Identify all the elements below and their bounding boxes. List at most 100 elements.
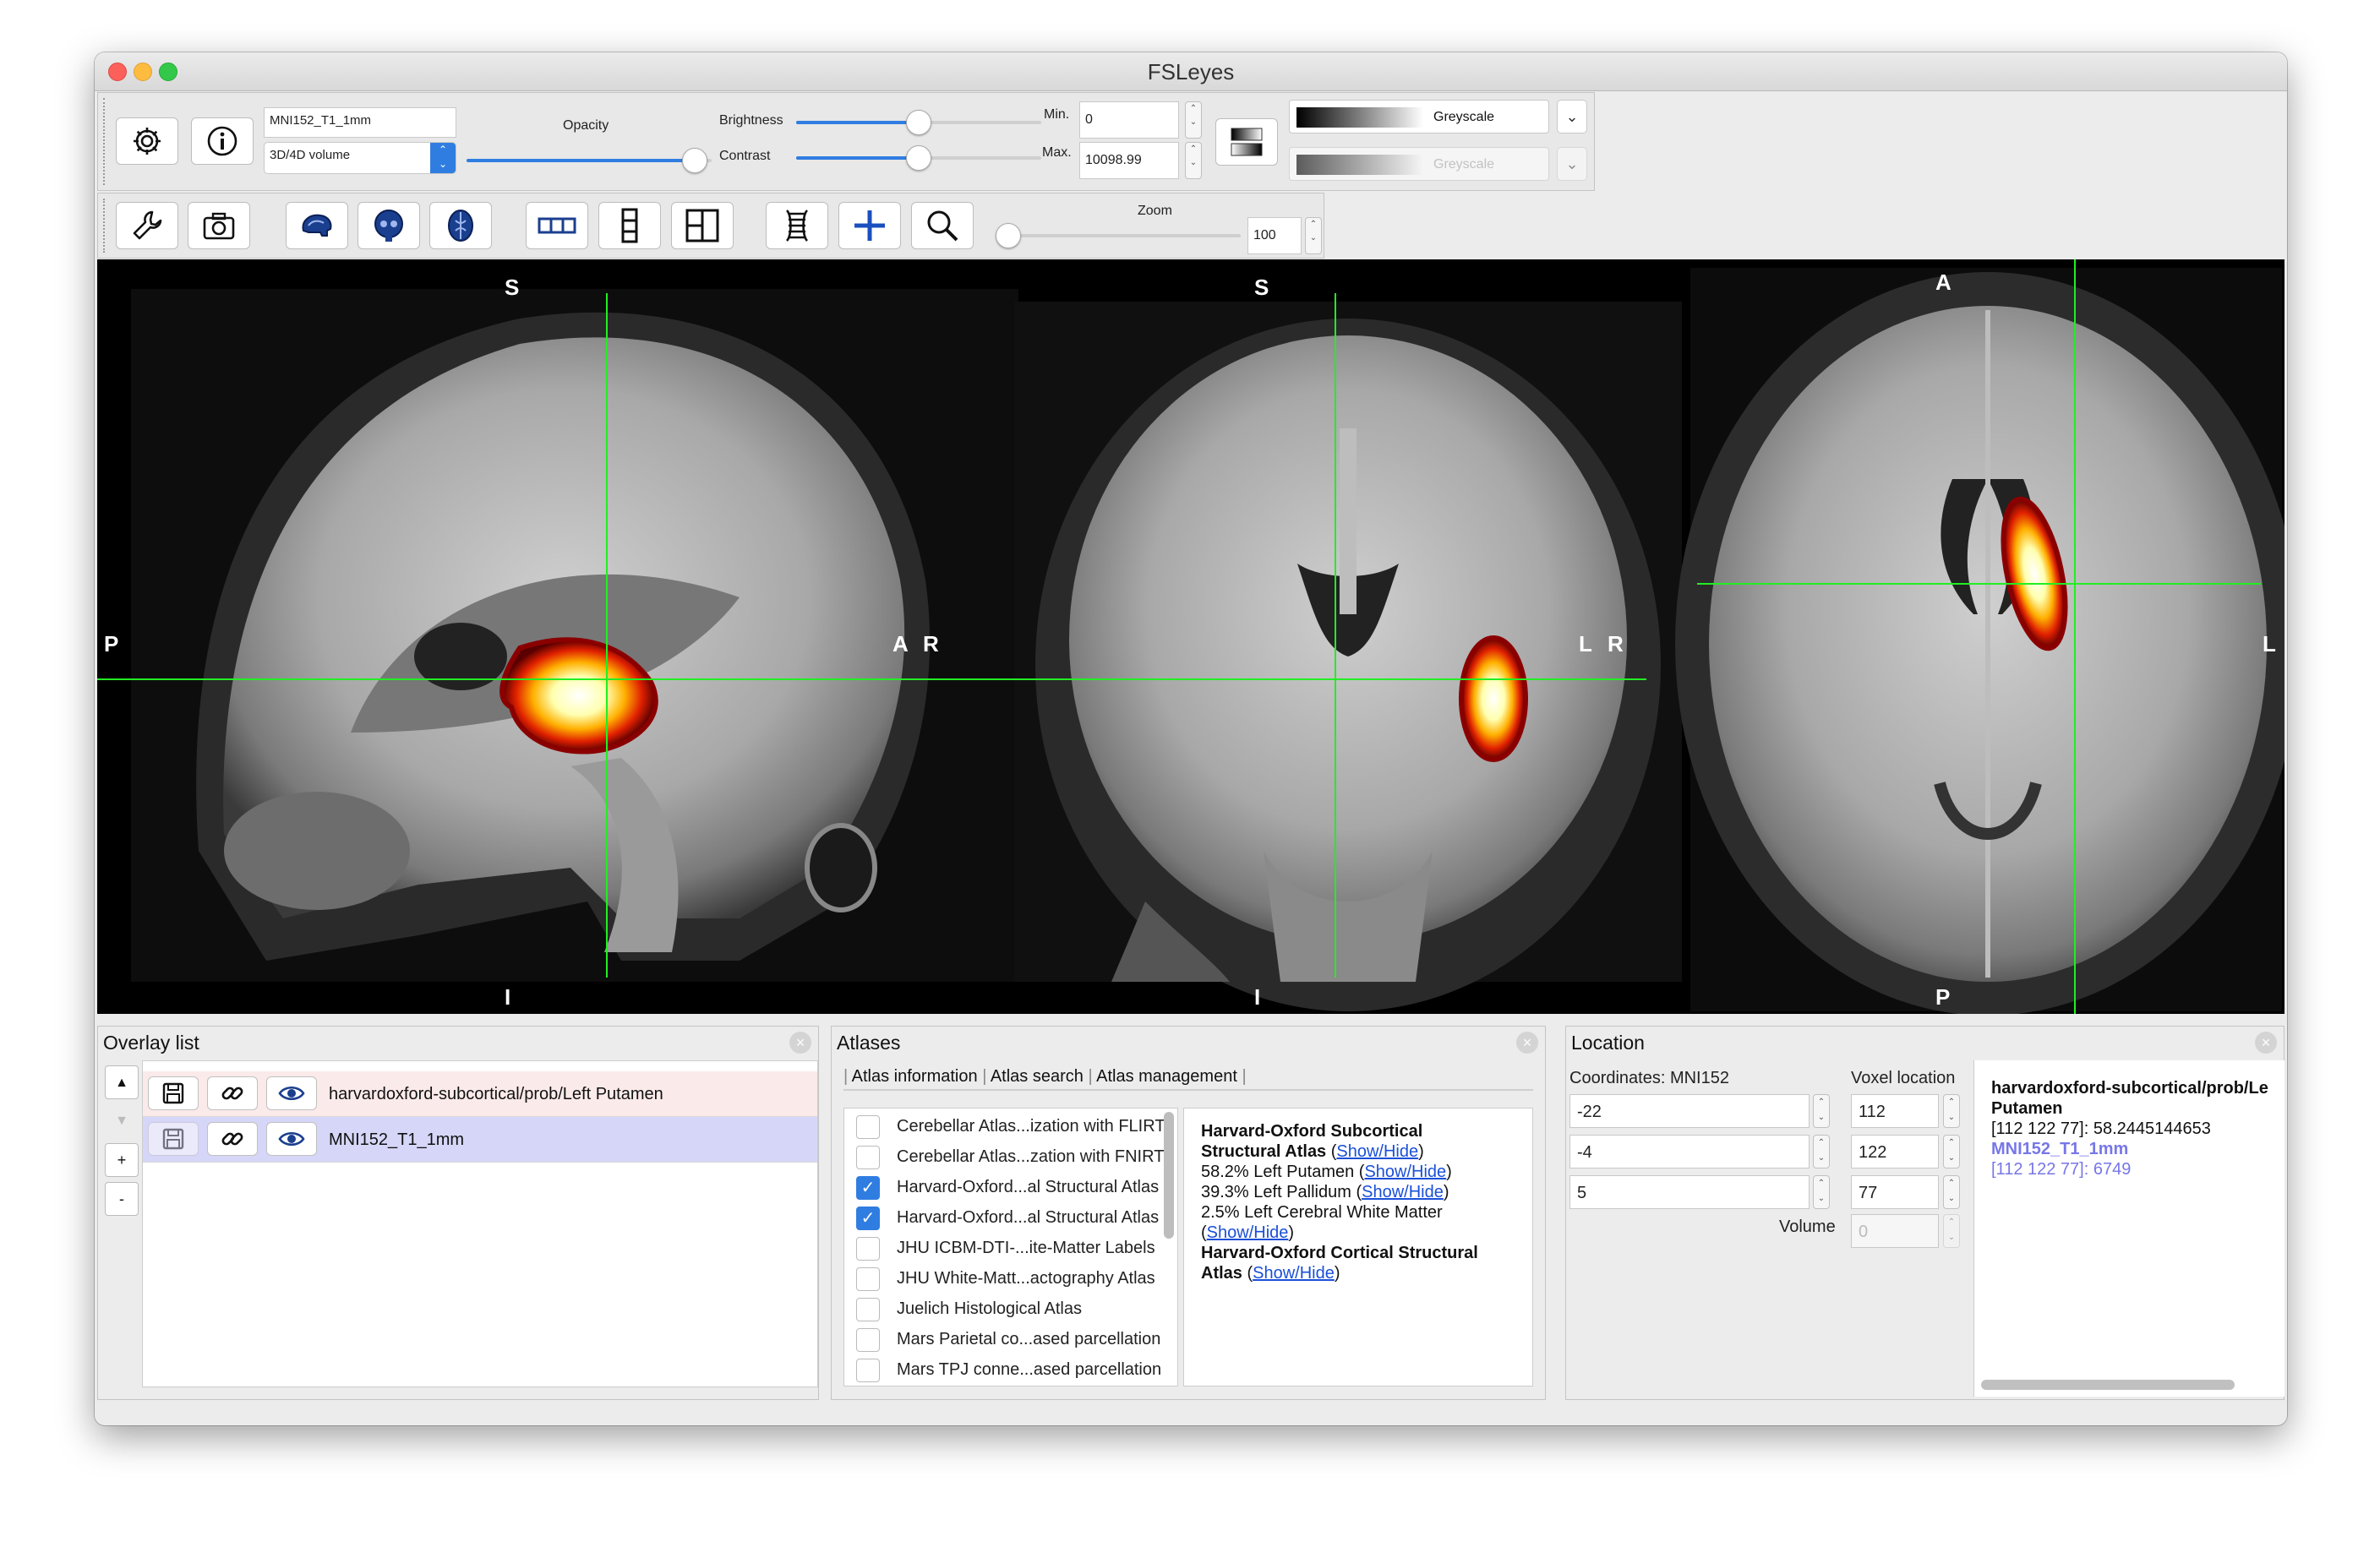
colormap-select[interactable]: Greyscale bbox=[1289, 100, 1549, 133]
show-hide-link[interactable]: Show/Hide bbox=[1362, 1183, 1444, 1201]
close-panel-icon[interactable]: × bbox=[789, 1032, 811, 1054]
ortho-view[interactable]: S I P A S I R L A P R L bbox=[97, 259, 2284, 1014]
toggle-visibility-button[interactable] bbox=[266, 1076, 317, 1110]
atlas-checkbox[interactable] bbox=[856, 1359, 880, 1382]
voxel-x-spinner[interactable]: ⌃ ⌄ bbox=[1943, 1094, 1960, 1128]
atlas-checkbox-checked[interactable]: ✓ bbox=[856, 1207, 880, 1230]
toggle-sagittal-button[interactable] bbox=[286, 202, 348, 249]
atlas-checkbox[interactable] bbox=[856, 1237, 880, 1261]
voxel-z-field[interactable]: 77 bbox=[1851, 1175, 1939, 1209]
show-hide-link[interactable]: Show/Hide bbox=[1207, 1223, 1289, 1242]
brightness-slider[interactable] bbox=[796, 110, 1041, 135]
coordinate-z-field[interactable]: 5 bbox=[1569, 1175, 1810, 1209]
opacity-slider[interactable] bbox=[467, 148, 712, 173]
volume-field[interactable]: 0 bbox=[1851, 1214, 1939, 1248]
info-button[interactable] bbox=[191, 117, 254, 165]
tab-atlas-search[interactable]: Atlas search bbox=[991, 1067, 1084, 1086]
contrast-slider-knob[interactable] bbox=[906, 145, 931, 171]
invert-range-button[interactable] bbox=[1215, 118, 1278, 166]
close-panel-icon[interactable]: × bbox=[2255, 1032, 2277, 1054]
atlas-checkbox[interactable] bbox=[856, 1115, 880, 1139]
atlas-list-item[interactable]: Cerebellar Atlas...ization with FLIRT bbox=[897, 1117, 1165, 1136]
atlas-list-scrollbar[interactable] bbox=[1164, 1112, 1174, 1239]
negative-colormap-dropdown-button[interactable]: ⌄ bbox=[1557, 147, 1587, 181]
close-panel-icon[interactable]: × bbox=[1516, 1032, 1538, 1054]
brightness-slider-knob[interactable] bbox=[906, 110, 931, 135]
zoom-slider-knob[interactable] bbox=[996, 223, 1021, 248]
coordinate-y-spinner[interactable]: ⌃ ⌄ bbox=[1813, 1135, 1830, 1168]
tab-atlas-information[interactable]: Atlas information bbox=[852, 1067, 978, 1086]
layout-grid-button[interactable] bbox=[671, 202, 734, 249]
save-overlay-button[interactable] bbox=[148, 1122, 199, 1156]
opacity-label: Opacity bbox=[563, 118, 609, 133]
coordinate-x-spinner[interactable]: ⌃ ⌄ bbox=[1813, 1094, 1830, 1128]
layout-vertical-button[interactable] bbox=[598, 202, 661, 249]
link-overlay-button[interactable] bbox=[207, 1076, 258, 1110]
atlas-checkbox[interactable] bbox=[856, 1328, 880, 1352]
toolbar-grip[interactable] bbox=[103, 98, 106, 185]
settings-button[interactable] bbox=[116, 117, 178, 165]
overlay-name-field[interactable]: MNI152_T1_1mm bbox=[264, 107, 456, 138]
atlas-list-item[interactable]: Mars TPJ conne...ased parcellation bbox=[897, 1360, 1161, 1380]
add-overlay-button[interactable]: + bbox=[105, 1143, 139, 1177]
save-overlay-button[interactable] bbox=[148, 1076, 199, 1110]
move-down-button[interactable]: ▼ bbox=[105, 1104, 139, 1138]
atlas-checkbox[interactable] bbox=[856, 1267, 880, 1291]
overlay-row-selected[interactable]: MNI152_T1_1mm bbox=[143, 1117, 817, 1163]
axial-view[interactable] bbox=[1675, 268, 2284, 1014]
negative-colormap-select[interactable]: Greyscale bbox=[1289, 147, 1549, 181]
move-up-button[interactable]: ▲ bbox=[105, 1065, 139, 1099]
toolbar-grip[interactable] bbox=[103, 199, 106, 253]
sagittal-view[interactable] bbox=[131, 289, 1018, 982]
atlas-checkbox[interactable] bbox=[856, 1298, 880, 1321]
link-overlay-button[interactable] bbox=[207, 1122, 258, 1156]
show-hide-link[interactable]: Show/Hide bbox=[1336, 1142, 1418, 1161]
toggle-coronal-button[interactable] bbox=[358, 202, 420, 249]
reset-zoom-button[interactable] bbox=[911, 202, 974, 249]
contrast-slider[interactable] bbox=[796, 145, 1041, 171]
atlas-list-item[interactable]: JHU ICBM-DTI-...ite-Matter Labels bbox=[897, 1239, 1155, 1258]
ortho-canvas[interactable] bbox=[97, 259, 2284, 1014]
atlas-list-item[interactable]: Mars Parietal co...ased parcellation bbox=[897, 1330, 1160, 1349]
atlas-list-item[interactable]: Harvard-Oxford...al Structural Atlas bbox=[897, 1178, 1159, 1197]
coordinate-x-field[interactable]: -22 bbox=[1569, 1094, 1810, 1128]
toggle-visibility-button[interactable] bbox=[266, 1122, 317, 1156]
zoom-slider[interactable] bbox=[996, 223, 1241, 248]
coordinate-z-spinner[interactable]: ⌃ ⌄ bbox=[1813, 1175, 1830, 1209]
atlas-list-item[interactable]: Juelich Histological Atlas bbox=[897, 1299, 1082, 1319]
colormap-dropdown-button[interactable]: ⌄ bbox=[1557, 100, 1587, 133]
voxel-y-spinner[interactable]: ⌃ ⌄ bbox=[1943, 1135, 1960, 1168]
max-field[interactable]: 10098.99 bbox=[1079, 142, 1179, 179]
atlas-list-item[interactable]: Harvard-Oxford...al Structural Atlas bbox=[897, 1208, 1159, 1228]
zoom-label: Zoom bbox=[1138, 204, 1172, 218]
atlas-list-item[interactable]: Cerebellar Atlas...zation with FNIRT bbox=[897, 1147, 1164, 1167]
toggle-cursor-button[interactable] bbox=[838, 202, 901, 249]
atlas-checkbox-checked[interactable]: ✓ bbox=[856, 1176, 880, 1200]
overlay-row[interactable]: harvardoxford-subcortical/prob/Left Puta… bbox=[143, 1071, 817, 1117]
remove-overlay-button[interactable]: - bbox=[105, 1182, 139, 1216]
location-info-scrollbar[interactable] bbox=[1981, 1380, 2235, 1390]
voxel-y-field[interactable]: 122 bbox=[1851, 1135, 1939, 1168]
screenshot-button[interactable] bbox=[188, 202, 250, 249]
min-spinner[interactable]: ⌃ ⌄ bbox=[1185, 101, 1202, 139]
overlay-type-select[interactable]: 3D/4D volume ⌃ ⌄ bbox=[264, 142, 456, 174]
show-hide-link[interactable]: Show/Hide bbox=[1253, 1264, 1335, 1283]
toggle-axial-button[interactable] bbox=[429, 202, 492, 249]
coordinate-y-field[interactable]: -4 bbox=[1569, 1135, 1810, 1168]
show-hide-link[interactable]: Show/Hide bbox=[1364, 1163, 1446, 1181]
volume-spinner[interactable]: ⌃ ⌄ bbox=[1943, 1214, 1960, 1248]
opacity-slider-knob[interactable] bbox=[682, 148, 707, 173]
chevron-down-icon: ⌄ bbox=[1565, 155, 1579, 172]
tab-atlas-management[interactable]: Atlas management bbox=[1096, 1067, 1237, 1086]
voxel-z-spinner[interactable]: ⌃ ⌄ bbox=[1943, 1175, 1960, 1209]
min-field[interactable]: 0 bbox=[1079, 101, 1179, 139]
movie-mode-button[interactable] bbox=[766, 202, 828, 249]
zoom-spinner[interactable]: ⌃ ⌄ bbox=[1305, 217, 1322, 254]
view-settings-button[interactable] bbox=[116, 202, 178, 249]
max-spinner[interactable]: ⌃ ⌄ bbox=[1185, 142, 1202, 179]
atlas-checkbox[interactable] bbox=[856, 1146, 880, 1169]
layout-horizontal-button[interactable] bbox=[526, 202, 588, 249]
zoom-field[interactable]: 100 bbox=[1247, 217, 1302, 254]
atlas-list-item[interactable]: JHU White-Matt...actography Atlas bbox=[897, 1269, 1155, 1288]
voxel-x-field[interactable]: 112 bbox=[1851, 1094, 1939, 1128]
